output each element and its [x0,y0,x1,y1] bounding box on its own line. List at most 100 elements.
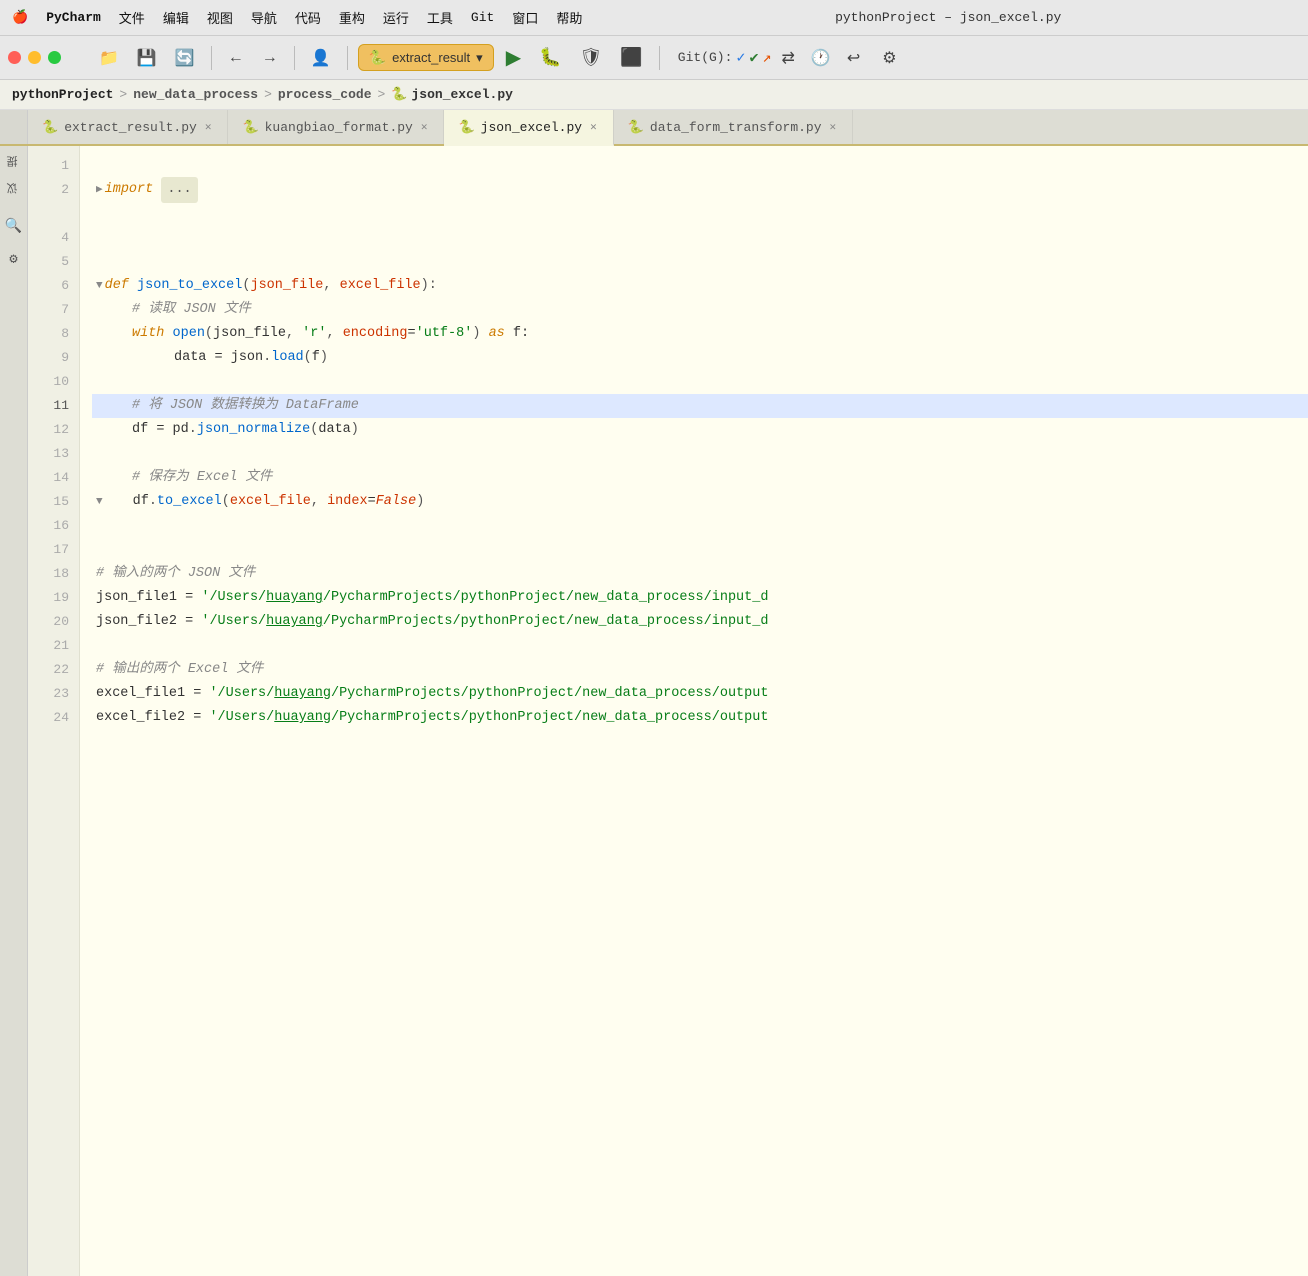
var-excel-file1: excel_file1 [96,682,185,706]
code-line-2: ▶ import ... [92,178,1308,202]
punct-paren-close: ) [421,274,429,298]
tab-kuangbiao-format[interactable]: 🐍 kuangbiao_format.py ✕ [228,110,444,144]
op-9-1: = [215,346,223,370]
apple-menu[interactable]: 🍎 [12,10,28,25]
menu-window[interactable]: 窗口 [512,8,538,27]
git-push-icon[interactable]: ↗ [762,48,771,67]
line-num-10: 10 [28,370,69,394]
line-num-16: 16 [28,514,69,538]
toolbar: 📁 💾 🔄 ← → 👤 🐍 extract_result ▾ ▶ 🐛 🛡 ⬛ G… [0,36,1308,80]
stop-button[interactable]: ⬛ [614,43,648,72]
menu-run[interactable]: 运行 [383,8,409,27]
menu-file[interactable]: 文件 [119,8,145,27]
back-button[interactable]: ← [222,45,250,71]
code-line-11: # 将 JSON 数据转换为 DataFrame [92,394,1308,418]
breadcrumb-sep-2: > [264,87,272,102]
str-utf8: 'utf-8' [416,322,473,346]
app-name: PyCharm [46,10,101,25]
op-15: = [368,490,376,514]
code-editor[interactable]: ▶ import ... ▼ def json_to_excel ( json_… [80,146,1308,1276]
tab-json-excel[interactable]: 🐍 json_excel.py ✕ [444,110,613,146]
breadcrumb-file[interactable]: 🐍 json_excel.py [391,87,513,102]
window-controls [8,51,61,64]
git-check-icon[interactable]: ✔ [749,48,758,67]
var-f: f: [513,322,529,346]
keyword-as: as [489,322,505,346]
git-rollback-button[interactable]: ↩ [841,44,866,72]
tab-close-3[interactable]: ✕ [588,118,599,136]
kwarg-encoding: encoding [343,322,408,346]
punct-15-3: , [311,490,319,514]
menu-refactor[interactable]: 重构 [339,8,365,27]
str-r: 'r' [302,322,326,346]
punct-15-2: ( [222,490,230,514]
project-view-button[interactable]: 📁 [93,44,125,72]
code-line-7: # 读取 JSON 文件 [92,298,1308,322]
val-false: False [376,490,417,514]
tab-data-form-transform[interactable]: 🐍 data_form_transform.py ✕ [614,110,853,144]
sync-button[interactable]: 🔄 [169,44,201,72]
forward-button[interactable]: → [256,45,284,71]
menu-edit[interactable]: 编辑 [163,8,189,27]
menu-view[interactable]: 视图 [207,8,233,27]
tab-extract-result[interactable]: 🐍 extract_result.py ✕ [28,110,228,144]
fold-arrow-6[interactable]: ▼ [96,274,103,298]
code-line-23: excel_file1 = '/Users/huayang/PycharmPro… [92,682,1308,706]
tab-close-1[interactable]: ✕ [203,118,214,136]
window-close-button[interactable] [8,51,21,64]
code-line-19: json_file1 = '/Users/huayang/PycharmProj… [92,586,1308,610]
sidebar-icon-2[interactable]: 议 [6,183,22,194]
line-num-13: 13 [28,442,69,466]
tab-close-4[interactable]: ✕ [828,118,839,136]
git-history-button[interactable]: 🕐 [805,44,837,72]
kwarg-index: index [327,490,368,514]
save-button[interactable]: 💾 [131,44,163,72]
line-num-4: 4 [28,226,69,250]
git-fetch-button[interactable]: ⇄ [776,44,801,72]
code-line-24: excel_file2 = '/Users/huayang/PycharmPro… [92,706,1308,730]
line-num-6: 6 [28,274,69,298]
run-button[interactable]: ▶ [500,41,527,74]
toolbar-separator-4 [659,46,660,70]
comment-2: # 将 JSON 数据转换为 DataFrame [132,394,359,418]
line-num-23: 23 [28,682,69,706]
punct-8-4: ) [472,322,480,346]
fold-arrow-15[interactable]: ▼ [96,490,103,514]
debug-button[interactable]: 🐛 [533,43,567,72]
breadcrumb-folder-2[interactable]: process_code [278,87,372,102]
tab-close-2[interactable]: ✕ [419,118,430,136]
line-num-19: 19 [28,586,69,610]
sidebar-icon-4[interactable]: ⚙ [9,251,17,268]
line-numbers: 1 2 4 5 6 7 8 9 10 11 12 13 14 15 16 17 … [28,146,80,1276]
breadcrumb-sep-1: > [119,87,127,102]
menu-git[interactable]: Git [471,10,494,25]
sidebar-icon-1[interactable]: 提 [6,156,22,167]
menu-nav[interactable]: 导航 [251,8,277,27]
breadcrumb-project[interactable]: pythonProject [12,87,113,102]
profile-button[interactable]: 👤 [305,44,337,72]
line-num-7: 7 [28,298,69,322]
sidebar-icon-3[interactable]: 🔍 [5,218,22,235]
fold-arrow-2[interactable]: ▶ [96,178,103,202]
code-line-20: json_file2 = '/Users/huayang/PycharmProj… [92,610,1308,634]
window-minimize-button[interactable] [28,51,41,64]
git-branch-icon[interactable]: ✓ [736,48,745,67]
var-pd-12: pd [173,418,189,442]
run-config-dropdown-icon: ▾ [476,50,483,66]
keyword-def: def [105,274,129,298]
menu-tools[interactable]: 工具 [427,8,453,27]
window-maximize-button[interactable] [48,51,61,64]
tab-label-4: data_form_transform.py [650,120,822,135]
run-config-button[interactable]: 🐍 extract_result ▾ [358,44,494,71]
code-line-15: ▼ df . to_excel ( excel_file , index = F… [92,490,1308,514]
var-data-9: data [174,346,206,370]
menu-code[interactable]: 代码 [295,8,321,27]
side-panel-icons [0,110,28,144]
settings-button[interactable]: ⚙ [876,44,902,72]
punct-8-2: , [286,322,294,346]
coverage-button[interactable]: 🛡 [574,43,609,72]
menu-help[interactable]: 帮助 [556,8,582,27]
op-12: = [156,418,164,442]
import-collapsed[interactable]: ... [161,177,197,203]
breadcrumb-folder-1[interactable]: new_data_process [133,87,258,102]
